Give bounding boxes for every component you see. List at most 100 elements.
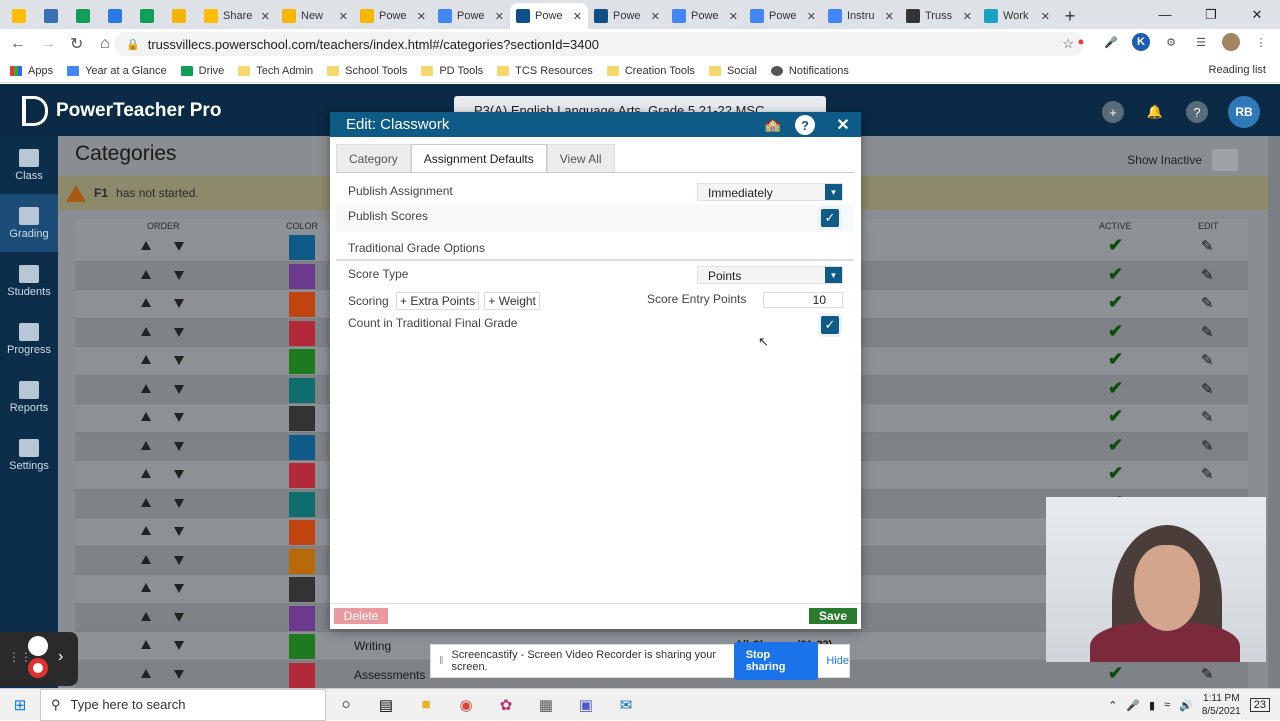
weight-button[interactable]: + Weight (484, 292, 540, 310)
move-down-icon[interactable] (174, 242, 184, 251)
browser-tab[interactable] (70, 3, 102, 29)
tab-close-icon[interactable]: ✕ (729, 10, 738, 23)
drag-handle-icon[interactable]: ‖ (439, 655, 444, 667)
move-up-icon[interactable] (141, 526, 151, 535)
extension-icon[interactable]: ● (1072, 33, 1090, 51)
browser-tab[interactable] (166, 3, 198, 29)
browser-tab[interactable]: Powe ✕ (666, 3, 744, 29)
show-inactive-toggle[interactable]: Show Inactive (1127, 149, 1238, 171)
chrome-icon[interactable]: ◉ (446, 689, 486, 721)
url-field[interactable]: 🔒 trussvillecs.powerschool.com/teachers/… (114, 32, 1084, 56)
move-up-icon[interactable] (141, 497, 151, 507)
tab-close-icon[interactable]: ✕ (1041, 10, 1050, 23)
teams-icon[interactable]: ▣ (566, 689, 606, 721)
tab-close-icon[interactable]: ✕ (495, 10, 504, 23)
bookmark-item[interactable]: PD Tools (421, 65, 483, 77)
pause-icon[interactable] (28, 636, 48, 656)
move-down-icon[interactable] (174, 441, 184, 451)
browser-tab[interactable]: Powe ✕ (510, 3, 588, 29)
browser-tab[interactable] (134, 3, 166, 29)
save-button[interactable]: Save (809, 608, 857, 624)
home-icon[interactable]: ⌂ (100, 35, 114, 53)
tab-close-icon[interactable]: ✕ (807, 10, 816, 23)
tab-close-icon[interactable]: ✕ (261, 10, 270, 23)
chevron-right-icon[interactable]: › (58, 648, 63, 666)
bookmark-item[interactable]: Apps (10, 65, 53, 77)
edit-pencil-icon[interactable]: ✎ (1201, 437, 1214, 455)
move-up-icon[interactable] (141, 241, 151, 250)
cortana-icon[interactable]: ○ (326, 689, 366, 721)
move-up-icon[interactable] (141, 640, 151, 649)
outlook-icon[interactable]: ✉ (606, 689, 646, 721)
stop-record-icon[interactable] (28, 658, 48, 678)
move-down-icon[interactable] (174, 612, 184, 622)
task-view-icon[interactable]: ▤ (366, 689, 406, 721)
tab-close-icon[interactable]: ✕ (339, 10, 348, 23)
edit-pencil-icon[interactable]: ✎ (1201, 237, 1214, 255)
move-up-icon[interactable] (141, 298, 151, 307)
calculator-icon[interactable]: ▦ (526, 689, 566, 721)
count-final-checkbox[interactable]: ✓ (821, 316, 839, 334)
media-icon[interactable]: ☰ (1192, 33, 1210, 51)
tab-close-icon[interactable]: ✕ (573, 10, 582, 23)
clock[interactable]: 1:11 PM 8/5/2021 (1202, 692, 1241, 718)
move-down-icon[interactable] (174, 299, 184, 308)
stop-sharing-button[interactable]: Stop sharing (733, 642, 819, 680)
tab-view-all[interactable]: View All (546, 144, 615, 172)
move-down-icon[interactable] (174, 470, 184, 479)
taskbar-search[interactable]: ⚲ Type here to search (40, 688, 326, 721)
reading-list[interactable]: Reading list (1209, 64, 1266, 76)
help-icon[interactable]: ? (1186, 101, 1208, 123)
notification-icon[interactable]: 23 (1249, 698, 1270, 712)
move-down-icon[interactable] (174, 327, 184, 337)
grip-icon[interactable]: ⋮⋮ (8, 650, 32, 664)
nav-item-students[interactable]: Students (0, 252, 58, 310)
nav-item-reports[interactable]: Reports (0, 368, 58, 426)
browser-tab[interactable]: New ✕ (276, 3, 354, 29)
move-up-icon[interactable] (141, 554, 151, 564)
restore-icon[interactable]: ❐ (1188, 0, 1234, 29)
move-down-icon[interactable] (174, 498, 184, 508)
score-type-select[interactable]: Points ▼ (697, 266, 843, 284)
move-down-icon[interactable] (174, 270, 184, 280)
app-logo[interactable]: PowerTeacher Pro (22, 96, 221, 126)
back-icon[interactable]: ← (10, 35, 26, 53)
tab-close-icon[interactable]: ✕ (885, 10, 894, 23)
file-explorer-icon[interactable]: ■ (406, 689, 446, 721)
edit-pencil-icon[interactable]: ✎ (1201, 408, 1214, 426)
browser-tab[interactable]: Powe ✕ (432, 3, 510, 29)
browser-tab[interactable]: Work ✕ (978, 3, 1056, 29)
tab-close-icon[interactable]: ✕ (651, 10, 660, 23)
browser-tab[interactable]: Powe ✕ (588, 3, 666, 29)
browser-tab[interactable]: Powe ✕ (354, 3, 432, 29)
browser-tab[interactable]: Instru ✕ (822, 3, 900, 29)
move-up-icon[interactable] (141, 269, 151, 279)
bookmark-item[interactable]: School Tools (327, 65, 407, 77)
move-up-icon[interactable] (141, 469, 151, 478)
close-icon[interactable]: ✕ (833, 115, 853, 135)
publish-scores-checkbox[interactable]: ✓ (821, 209, 839, 227)
edit-pencil-icon[interactable]: ✎ (1201, 294, 1214, 312)
mic-icon[interactable]: 🎤 (1102, 33, 1120, 51)
bookmark-item[interactable]: Creation Tools (606, 65, 695, 77)
browser-tab[interactable]: Powe ✕ (744, 3, 822, 29)
chevron-up-icon[interactable]: ⌃ (1108, 699, 1117, 712)
browser-tab[interactable] (6, 3, 38, 29)
extra-points-button[interactable]: + Extra Points (396, 292, 480, 310)
edit-pencil-icon[interactable]: ✎ (1201, 665, 1214, 683)
nav-item-class[interactable]: Class (0, 136, 58, 194)
battery-icon[interactable]: ▮ (1149, 699, 1155, 712)
bookmark-item[interactable]: Year at a Glance (67, 65, 167, 77)
bookmark-item[interactable]: TCS Resources (497, 65, 593, 77)
windows-start-icon[interactable]: ⊞ (0, 696, 40, 714)
profile-k-icon[interactable]: K (1132, 33, 1150, 51)
delete-button[interactable]: Delete (334, 608, 388, 624)
puzzle-icon[interactable]: ⚙ (1162, 33, 1180, 51)
forward-icon[interactable]: → (40, 35, 56, 53)
help-icon[interactable]: ? (795, 115, 815, 135)
school-icon[interactable]: 🏫 (763, 115, 783, 135)
move-down-icon[interactable] (174, 584, 184, 593)
avatar[interactable]: RB (1228, 96, 1260, 128)
show-inactive-switch[interactable] (1212, 149, 1238, 171)
move-up-icon[interactable] (141, 611, 151, 621)
